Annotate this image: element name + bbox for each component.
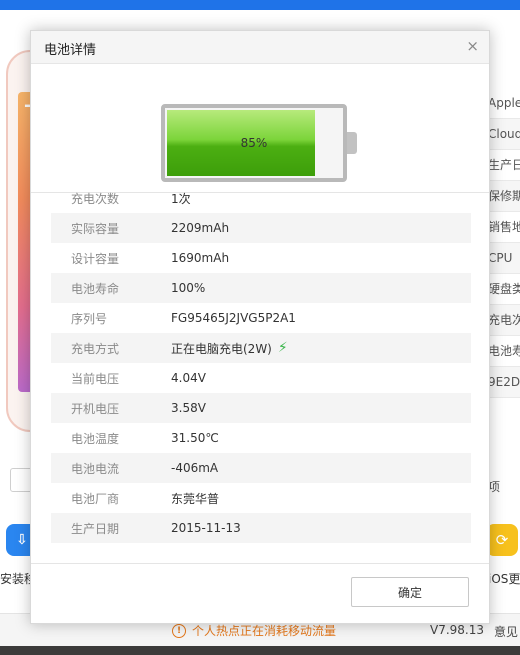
- dialog-header: 电池详情 ×: [31, 31, 489, 64]
- ok-button[interactable]: 确定: [351, 577, 469, 607]
- hotspot-warning[interactable]: ! 个人热点正在消耗移动流量: [172, 622, 336, 639]
- row-label: 电池厂商: [71, 491, 120, 506]
- row-value: 4.04V: [171, 371, 206, 385]
- warning-icon: !: [172, 623, 186, 638]
- table-row: 生产日期 2015-11-13: [51, 513, 471, 543]
- info-item: 保修期: [488, 181, 520, 212]
- table-row: 设计容量 1690mAh: [51, 243, 471, 273]
- table-row: 充电次数 1次: [51, 183, 471, 213]
- info-item: 充电次: [488, 305, 520, 336]
- table-row: 当前电压 4.04V: [51, 363, 471, 393]
- row-label: 当前电压: [71, 371, 120, 386]
- row-label: 生产日期: [71, 521, 120, 536]
- row-label: 设计容量: [71, 251, 120, 266]
- row-label: 电池寿命: [71, 281, 120, 296]
- row-label: 充电方式: [71, 341, 120, 356]
- row-value: -406mA: [171, 461, 219, 475]
- row-value: 3.58V: [171, 401, 206, 415]
- table-row: 电池厂商 东莞华普: [51, 483, 471, 513]
- table-row: 序列号 FG95465J2JVG5P2A1: [51, 303, 471, 333]
- top-blue-bar: [0, 0, 520, 10]
- taskbar-strip: [0, 646, 520, 655]
- row-value: 正在电脑充电(2W): [171, 341, 272, 356]
- row-label: 充电次数: [71, 191, 120, 206]
- row-label: 电池温度: [71, 431, 120, 446]
- info-item: 电池寿: [488, 336, 520, 367]
- row-label: 序列号: [71, 311, 108, 326]
- table-row: 电池寿命 100%: [51, 273, 471, 303]
- row-value: 100%: [171, 281, 206, 295]
- ios-update-label: iOS更新: [488, 572, 520, 586]
- info-item: 9E2D: [488, 367, 520, 398]
- battery-cap: [347, 132, 357, 154]
- table-row: 开机电压 3.58V: [51, 393, 471, 423]
- table-row: 电池电流 -406mA: [51, 453, 471, 483]
- row-label: 电池电流: [71, 461, 120, 476]
- row-value: 31.50℃: [171, 431, 219, 445]
- info-item: Apple: [488, 88, 520, 119]
- row-value: FG95465J2JVG5P2A1: [171, 311, 296, 325]
- battery-level-label: 85%: [240, 136, 268, 150]
- hotspot-text: 个人热点正在消耗移动流量: [192, 624, 337, 638]
- info-item: CPU: [488, 243, 520, 274]
- charging-bolt-icon: ⚡: [277, 340, 288, 356]
- battery-icon: 85%: [161, 104, 347, 182]
- row-value: 2015-11-13: [171, 521, 241, 535]
- battery-info-table: 充电次数 1次 实际容量 2209mAh 设计容量 1690mAh 电池寿命 1…: [51, 183, 471, 543]
- info-item: 生产日: [488, 150, 520, 181]
- device-info-list: Apple Cloud 生产日 保修期 销售地 CPU 硬盘类 充电次 电池寿 …: [488, 88, 520, 398]
- info-item: 硬盘类: [488, 274, 520, 305]
- info-item: 销售地: [488, 212, 520, 243]
- row-value-container: 正在电脑充电(2W) ⚡: [171, 340, 288, 357]
- table-row: 实际容量 2209mAh: [51, 213, 471, 243]
- close-icon[interactable]: ×: [466, 37, 479, 55]
- battery-graphic-area: 85%: [31, 64, 489, 193]
- row-value: 东莞华普: [171, 491, 220, 506]
- version-label: V7.98.13: [430, 623, 485, 637]
- battery-details-dialog: 电池详情 × 85% 充电次数 1次 实际容量 2209mAh 设计容量 169…: [30, 30, 490, 624]
- dialog-footer-divider: [31, 563, 489, 564]
- table-row: 充电方式 正在电脑充电(2W) ⚡: [51, 333, 471, 363]
- feedback-link[interactable]: 意见: [494, 623, 518, 640]
- row-label: 开机电压: [71, 401, 120, 416]
- dialog-title: 电池详情: [44, 43, 97, 58]
- row-value: 2209mAh: [171, 221, 230, 235]
- row-value: 1次: [171, 191, 191, 206]
- row-value: 1690mAh: [171, 251, 230, 265]
- ios-update-icon[interactable]: ⟳: [486, 524, 518, 556]
- table-row: 电池温度 31.50℃: [51, 423, 471, 453]
- row-label: 实际容量: [71, 221, 120, 236]
- info-item: Cloud: [488, 119, 520, 150]
